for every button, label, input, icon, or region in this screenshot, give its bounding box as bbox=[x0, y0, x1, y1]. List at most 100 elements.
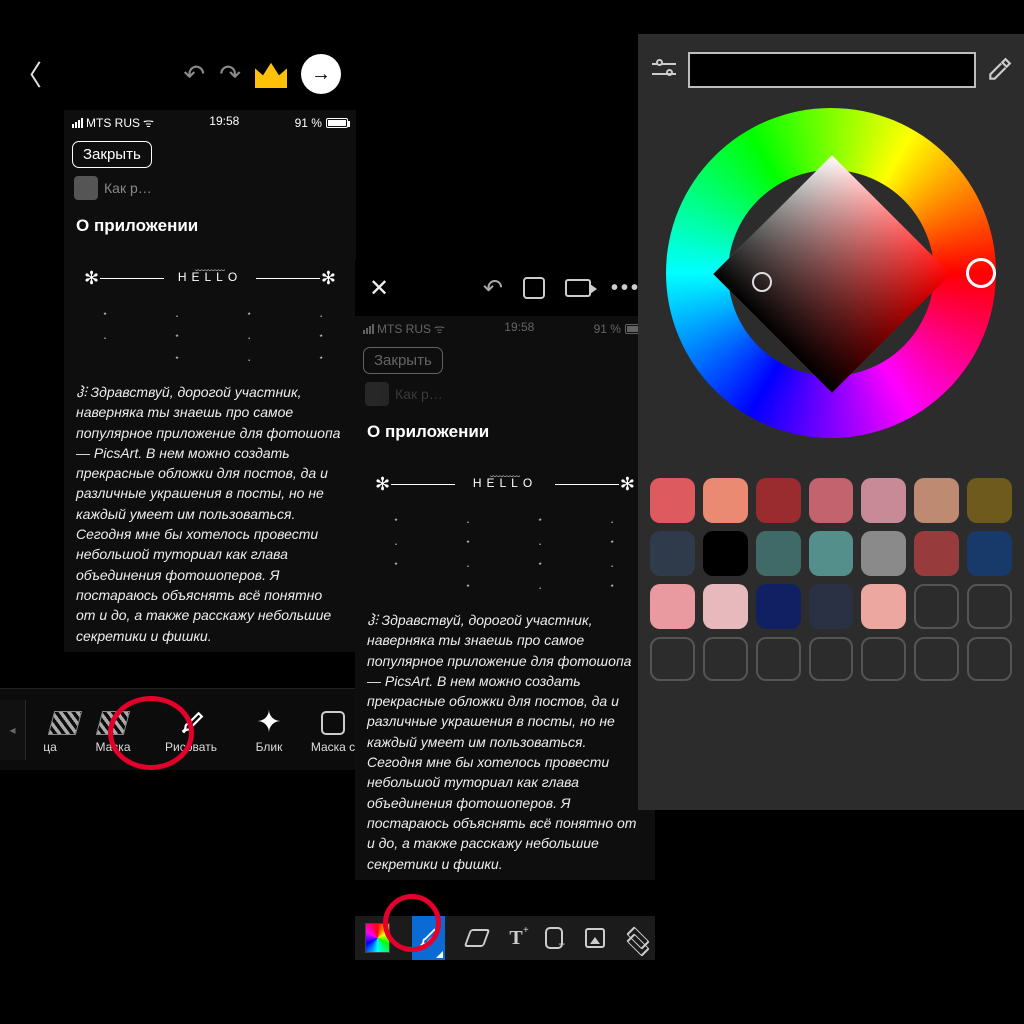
picker-topbar bbox=[650, 48, 1012, 92]
color-swatch[interactable] bbox=[650, 531, 695, 576]
hello-divider: ✻ ﹏﹏﹏ HELLO ✻ bbox=[369, 462, 641, 502]
empty-swatch[interactable] bbox=[703, 637, 748, 682]
dot-decoration: ⋆ . ⋆ . ⋆ . ⋆ . ⋆ . ⋆ . ⋆ . ⋆ ⋆ . ⋆ bbox=[355, 508, 655, 600]
empty-swatch[interactable] bbox=[861, 637, 906, 682]
tool-label: Рисовать bbox=[152, 740, 230, 754]
more-icon[interactable]: ••• bbox=[611, 277, 641, 300]
canvas-preview-2: MTS RUS ᯤ 19:58 91 % Закрыть Как р… О пр… bbox=[355, 316, 655, 880]
color-swatch[interactable] bbox=[967, 478, 1012, 523]
shape-tool-button[interactable] bbox=[545, 927, 563, 949]
wifi-icon: ᯤ bbox=[434, 320, 445, 337]
hello-divider: ✻ ﹏﹏﹏ HELLO ✻ bbox=[78, 256, 342, 296]
back-chevron-icon[interactable]: 〈 bbox=[14, 54, 42, 94]
article-body: ჰ⫶ Здравствуй, дорогой участник, наверня… bbox=[64, 372, 356, 652]
next-button[interactable]: → bbox=[301, 54, 341, 94]
flare-icon: ✦ bbox=[256, 705, 281, 740]
hatch-icon bbox=[96, 711, 130, 735]
tool-label: Блик bbox=[230, 740, 308, 754]
tool-mask[interactable]: Маска bbox=[74, 706, 152, 754]
fullscreen-icon[interactable] bbox=[523, 277, 545, 299]
hue-cursor[interactable] bbox=[966, 258, 996, 288]
brush-icon bbox=[178, 710, 204, 736]
color-swatch[interactable] bbox=[703, 478, 748, 523]
empty-swatch[interactable] bbox=[756, 637, 801, 682]
post-chip[interactable]: Как р… bbox=[64, 174, 356, 202]
post-chip[interactable]: Как р… bbox=[355, 380, 655, 408]
color-swatch[interactable] bbox=[650, 478, 695, 523]
color-swatch[interactable] bbox=[809, 531, 854, 576]
color-swatch[interactable] bbox=[809, 584, 854, 629]
empty-swatch[interactable] bbox=[914, 584, 959, 629]
layers-button[interactable] bbox=[627, 927, 645, 949]
sv-cursor[interactable] bbox=[752, 272, 772, 292]
text-tool-button[interactable]: T bbox=[509, 927, 522, 950]
draw-panel-center: ✕ ↶ ••• MTS RUS ᯤ 19:58 91 % Закрыть Как… bbox=[355, 260, 655, 960]
swatch-grid bbox=[650, 478, 1012, 681]
undo-icon[interactable]: ↶ bbox=[183, 59, 205, 90]
eraser-tool-button[interactable] bbox=[464, 929, 491, 947]
clock-label: 19:58 bbox=[209, 114, 239, 131]
color-swatch[interactable] bbox=[756, 584, 801, 629]
color-picker-button[interactable] bbox=[365, 923, 390, 953]
eyedropper-icon[interactable] bbox=[986, 57, 1012, 83]
color-swatch[interactable] bbox=[914, 478, 959, 523]
section-title: О приложении bbox=[64, 202, 356, 246]
color-swatch[interactable] bbox=[861, 478, 906, 523]
undo-icon[interactable]: ↶ bbox=[483, 274, 503, 303]
carrier-label: MTS RUS bbox=[377, 322, 431, 336]
brush-icon bbox=[417, 927, 439, 949]
effects-toolstrip: ◂ ца Маска Рисовать ✦ Блик Маска с bbox=[0, 688, 360, 770]
chip-title: Как р… bbox=[395, 386, 443, 402]
color-swatch[interactable] bbox=[967, 531, 1012, 576]
color-swatch[interactable] bbox=[861, 584, 906, 629]
color-wheel[interactable] bbox=[666, 108, 996, 438]
insert-image-button[interactable] bbox=[585, 928, 605, 948]
signal-icon bbox=[363, 324, 374, 334]
close-icon[interactable]: ✕ bbox=[369, 274, 389, 303]
hex-input[interactable] bbox=[688, 52, 976, 88]
empty-swatch[interactable] bbox=[809, 637, 854, 682]
chip-thumb-icon bbox=[74, 176, 98, 200]
premium-crown-icon[interactable] bbox=[255, 60, 287, 88]
close-button[interactable]: Закрыть bbox=[363, 347, 443, 374]
video-icon[interactable] bbox=[565, 279, 591, 297]
color-swatch[interactable] bbox=[756, 478, 801, 523]
tool-draw[interactable]: Рисовать bbox=[152, 706, 230, 754]
empty-swatch[interactable] bbox=[967, 584, 1012, 629]
color-swatch[interactable] bbox=[809, 478, 854, 523]
color-swatch[interactable] bbox=[756, 531, 801, 576]
color-picker-panel bbox=[638, 34, 1024, 810]
status-bar: MTS RUS ᯤ 19:58 91 % bbox=[355, 316, 655, 341]
canvas-preview-1: MTS RUS ᯤ 19:58 91 % Закрыть Как р… О пр… bbox=[64, 110, 356, 652]
color-swatch[interactable] bbox=[914, 531, 959, 576]
chip-thumb-icon bbox=[365, 382, 389, 406]
empty-swatch[interactable] bbox=[914, 637, 959, 682]
hello-label: HELLO bbox=[473, 476, 537, 490]
editor-panel-left: 〈 ↶ ↷ → MTS RUS ᯤ 19:58 91 % Закрыть Как… bbox=[0, 0, 355, 770]
color-swatch[interactable] bbox=[861, 531, 906, 576]
draw-topbar: ✕ ↶ ••• bbox=[355, 260, 655, 316]
hello-label: HELLO bbox=[178, 270, 242, 284]
brush-tool-button[interactable] bbox=[412, 916, 446, 960]
color-swatch[interactable] bbox=[650, 584, 695, 629]
color-swatch[interactable] bbox=[703, 584, 748, 629]
tool-label: Маска bbox=[74, 740, 152, 754]
dot-decoration: ⋆ . ⋆ . ⋆ . ⋆ . ⋆ . ⋆ . ⋆ bbox=[64, 302, 356, 372]
carrier-label: MTS RUS bbox=[86, 116, 140, 130]
redo-icon[interactable]: ↷ bbox=[219, 59, 241, 90]
draw-toolbar: T bbox=[355, 916, 655, 960]
close-button[interactable]: Закрыть bbox=[72, 141, 152, 168]
chip-title: Как р… bbox=[104, 180, 152, 196]
status-bar: MTS RUS ᯤ 19:58 91 % bbox=[64, 110, 356, 135]
clock-label: 19:58 bbox=[504, 320, 534, 337]
tool-flare[interactable]: ✦ Блик bbox=[230, 706, 308, 754]
battery-icon bbox=[326, 118, 348, 128]
color-swatch[interactable] bbox=[703, 531, 748, 576]
sliders-icon[interactable] bbox=[650, 56, 678, 84]
battery-label: 91 % bbox=[594, 322, 621, 336]
battery-label: 91 % bbox=[295, 116, 322, 130]
tool-mask-right-partial[interactable]: Маска с bbox=[308, 706, 358, 754]
empty-swatch[interactable] bbox=[650, 637, 695, 682]
empty-swatch[interactable] bbox=[967, 637, 1012, 682]
rect-icon bbox=[321, 711, 345, 735]
